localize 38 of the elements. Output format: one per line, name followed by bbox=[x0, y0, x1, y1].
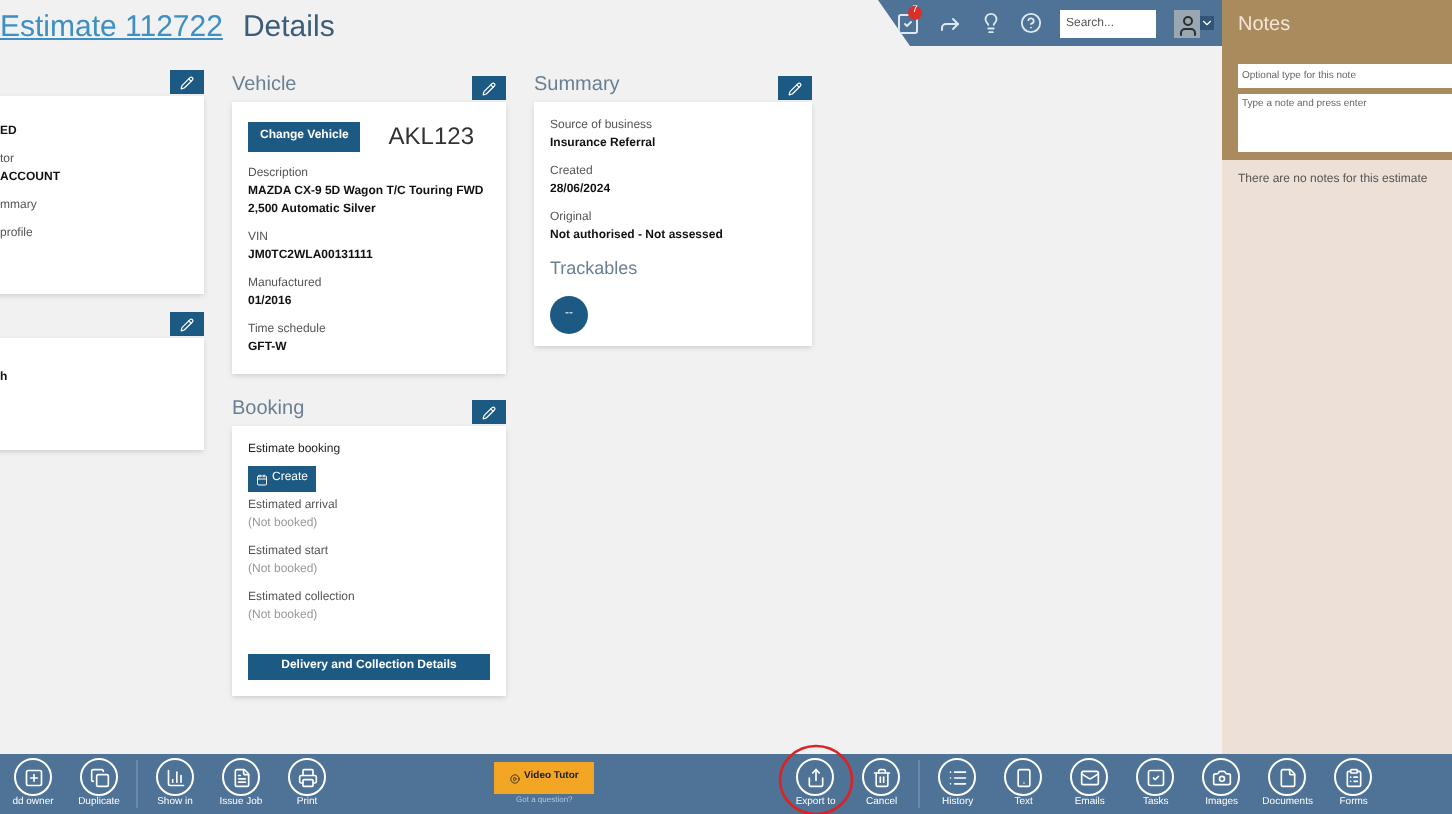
pencil-icon bbox=[788, 81, 802, 95]
lightbulb-icon[interactable] bbox=[980, 12, 1002, 34]
page-title: Details bbox=[242, 8, 335, 48]
tasks-icon[interactable] bbox=[896, 11, 920, 35]
phone-icon bbox=[1013, 767, 1034, 787]
copy-icon bbox=[89, 767, 109, 787]
section-title: Vehicle bbox=[232, 72, 297, 100]
edit-button[interactable] bbox=[170, 70, 204, 94]
checkbox-icon bbox=[1145, 767, 1166, 787]
pencil-icon bbox=[482, 405, 496, 419]
edit-button[interactable] bbox=[472, 400, 506, 424]
section-title: Booking bbox=[232, 396, 305, 424]
caret-icon[interactable] bbox=[1200, 16, 1214, 30]
edit-button[interactable] bbox=[472, 76, 506, 100]
help-icon[interactable] bbox=[1020, 12, 1042, 34]
trackables-title: Trackables bbox=[550, 256, 640, 282]
file-icon bbox=[1277, 767, 1298, 787]
printer-icon bbox=[297, 767, 317, 787]
share-icon bbox=[805, 767, 826, 787]
avatar[interactable] bbox=[1174, 9, 1200, 37]
pencil-icon bbox=[180, 317, 194, 331]
bar-chart-icon bbox=[165, 767, 185, 787]
play-icon bbox=[510, 773, 520, 783]
trash-icon bbox=[871, 767, 892, 787]
mail-icon bbox=[1079, 767, 1100, 787]
pencil-icon bbox=[180, 75, 194, 89]
plus-square-icon bbox=[23, 767, 43, 787]
section-title: Summary bbox=[534, 72, 620, 100]
form-icon bbox=[1343, 767, 1364, 787]
calendar-icon bbox=[256, 473, 268, 485]
pencil-icon bbox=[482, 81, 496, 95]
edit-button[interactable] bbox=[778, 76, 812, 100]
license-plate: AKL123 bbox=[388, 120, 474, 154]
edit-button[interactable] bbox=[170, 312, 204, 336]
estimate-link[interactable]: Estimate 112722 bbox=[0, 6, 223, 51]
notes-title: Notes bbox=[1238, 12, 1293, 40]
document-icon bbox=[231, 767, 251, 787]
camera-icon bbox=[1211, 767, 1232, 787]
